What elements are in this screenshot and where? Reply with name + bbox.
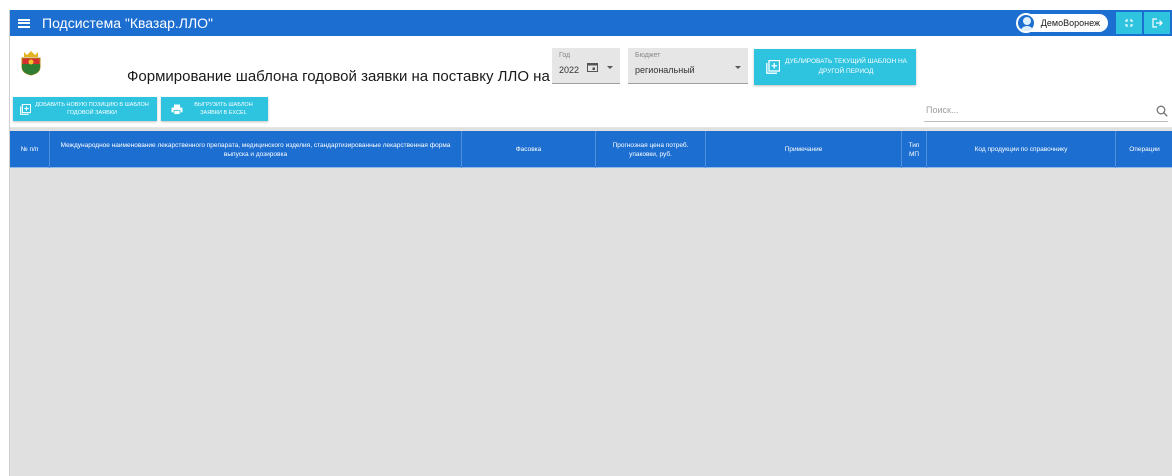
- column-header-note[interactable]: Примечание: [706, 131, 902, 168]
- column-header-packaging[interactable]: Фасовка: [462, 131, 596, 168]
- menu-button[interactable]: [10, 10, 38, 36]
- year-value: 2022: [559, 65, 580, 75]
- column-header-mp-type[interactable]: Тип МП: [902, 131, 927, 168]
- search-input[interactable]: [924, 100, 1134, 120]
- column-header-number[interactable]: № п/п: [10, 131, 50, 168]
- add-position-button[interactable]: ДОБАВИТЬ НОВУЮ ПОЗИЦИЮ В ШАБЛОН ГОДОВОЙ …: [13, 97, 157, 121]
- duplicate-template-label: ДУБЛИРОВАТЬ ТЕКУЩИЙ ШАБЛОН НА ДРУГОЙ ПЕР…: [785, 58, 907, 75]
- column-header-price[interactable]: Прогнозная цена потреб. упаковки, руб.: [596, 131, 706, 168]
- chevron-down-icon: [735, 66, 741, 69]
- fullscreen-button[interactable]: [1116, 12, 1142, 34]
- user-name: ДемоВоронеж: [1040, 18, 1100, 28]
- print-icon: [171, 104, 183, 115]
- region-emblem-icon: [21, 51, 41, 76]
- search-box: [924, 100, 1168, 122]
- logout-icon: [1151, 18, 1163, 28]
- add-box-icon: [20, 103, 31, 115]
- toolbar: ДОБАВИТЬ НОВУЮ ПОЗИЦИЮ В ШАБЛОН ГОДОВОЙ …: [10, 92, 1172, 128]
- page-header: Формирование шаблона годовой заявки на п…: [10, 36, 1172, 92]
- year-label: Год: [559, 52, 571, 59]
- user-avatar-icon: [1015, 13, 1036, 33]
- table-header: № п/п Международное наименование лекарст…: [10, 131, 1172, 168]
- add-position-label: ДОБАВИТЬ НОВУЮ ПОЗИЦИЮ В ШАБЛОН ГОДОВОЙ …: [35, 102, 149, 116]
- page-title: Формирование шаблона годовой заявки на п…: [127, 68, 550, 85]
- app-frame: Подсистема "Квазар.ЛЛО" ДемоВоронеж Форм…: [9, 10, 1172, 476]
- hamburger-icon: [18, 18, 30, 28]
- year-select[interactable]: Год 2022: [552, 48, 620, 84]
- column-header-product-code[interactable]: Код продукции по справочнику: [927, 131, 1116, 168]
- export-excel-label: ВЫГРУЗИТЬ ШАБЛОН ЗАЯВКИ В EXCEL: [194, 102, 253, 116]
- logout-button[interactable]: [1144, 12, 1170, 34]
- app-bar-actions: ДемоВоронеж: [1015, 10, 1172, 36]
- search-icon[interactable]: [1156, 105, 1168, 117]
- table-body: [10, 169, 1172, 476]
- budget-label: Бюджет: [635, 52, 661, 59]
- column-header-operations[interactable]: Операции: [1116, 131, 1172, 168]
- budget-value: региональный: [635, 65, 695, 75]
- app-title: Подсистема "Квазар.ЛЛО": [42, 15, 214, 31]
- column-header-name[interactable]: Международное наименование лекарственног…: [50, 131, 462, 168]
- chevron-down-icon: [607, 66, 613, 69]
- budget-select[interactable]: Бюджет региональный: [628, 48, 748, 84]
- user-chip[interactable]: ДемоВоронеж: [1015, 13, 1108, 33]
- fullscreen-icon: [1125, 19, 1133, 27]
- calendar-icon[interactable]: [587, 62, 598, 72]
- app-bar: Подсистема "Квазар.ЛЛО" ДемоВоронеж: [10, 10, 1172, 36]
- export-excel-button[interactable]: ВЫГРУЗИТЬ ШАБЛОН ЗАЯВКИ В EXCEL: [161, 97, 268, 121]
- duplicate-template-button[interactable]: ДУБЛИРОВАТЬ ТЕКУЩИЙ ШАБЛОН НА ДРУГОЙ ПЕР…: [754, 49, 916, 85]
- add-box-icon: [766, 60, 780, 74]
